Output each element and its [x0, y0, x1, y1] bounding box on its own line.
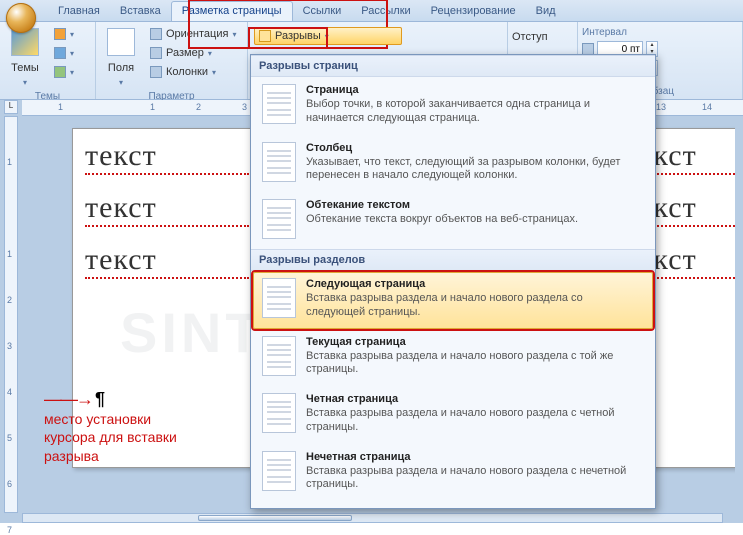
page-break-icon [262, 84, 296, 124]
columns-icon [150, 66, 162, 78]
margins-button[interactable]: Поля▾ [100, 25, 142, 90]
sample-text-line: текст [85, 191, 249, 227]
menu-item-title: Страница [306, 84, 642, 96]
menu-item-desc: Указывает, что текст, следующий за разры… [306, 156, 642, 184]
tab-mailings[interactable]: Рассылки [351, 2, 420, 21]
menu-item-title: Четная страница [306, 393, 642, 405]
columns-label: Колонки [166, 66, 208, 78]
textwrap-break-icon [262, 199, 296, 239]
orientation-button[interactable]: Ориентация▾ [145, 25, 241, 43]
spacing-label: Интервал [582, 27, 658, 38]
menu-item-desc: Выбор точки, в которой заканчивается одн… [306, 98, 642, 126]
annotation-callout: ——→ ¶ место установки курсора для вставк… [44, 388, 204, 466]
group-themes: Темы▾ ▾ ▾ ▾ Темы [0, 22, 96, 99]
tab-view[interactable]: Вид [526, 2, 566, 21]
size-button[interactable]: Размер▾ [145, 44, 241, 62]
menu-item-page-break[interactable]: Страница Выбор точки, в которой заканчива… [253, 78, 653, 135]
menu-item-text-wrap-break[interactable]: Обтекание текстом Обтекание текста вокруг… [253, 193, 653, 248]
breaks-dropdown-menu: Разрывы страниц Страница Выбор точки, в к… [250, 54, 656, 509]
themes-label: Темы [11, 62, 39, 74]
orientation-icon [150, 28, 162, 40]
menu-item-desc: Вставка разрыва раздела и начало нового … [306, 350, 642, 378]
sample-text-line: текст [85, 243, 249, 279]
scrollbar-horizontal[interactable] [22, 513, 723, 523]
menu-item-title: Следующая страница [306, 278, 642, 290]
columns-button[interactable]: Колонки▾ [145, 63, 241, 81]
menu-item-desc: Вставка разрыва раздела и начало нового … [306, 465, 642, 493]
breaks-button[interactable]: Разрывы▾ [254, 27, 402, 45]
menu-item-desc: Вставка разрыва раздела и начало нового … [306, 407, 642, 435]
menu-item-continuous-section[interactable]: Текущая страница Вставка разрыва раздела … [253, 330, 653, 387]
sample-text-line: текст [85, 139, 249, 175]
margins-label: Поля [108, 62, 134, 74]
even-page-section-icon [262, 393, 296, 433]
theme-effects-button[interactable]: ▾ [49, 63, 79, 81]
arrow-icon: ——→ ¶ [44, 388, 204, 411]
size-label: Размер [166, 47, 204, 59]
menu-item-title: Обтекание текстом [306, 199, 578, 211]
menu-item-even-page-section[interactable]: Четная страница Вставка разрыва раздела и… [253, 387, 653, 444]
menu-item-column-break[interactable]: Столбец Указывает, что текст, следующий з… [253, 136, 653, 193]
palette-icon [54, 28, 66, 40]
next-page-section-icon [262, 278, 296, 318]
ruler-corner[interactable]: L [4, 100, 18, 114]
menu-item-desc: Вставка разрыва раздела и начало нового … [306, 292, 642, 320]
annotation-text: место установки курсора для вставки разр… [44, 411, 177, 464]
scrollbar-thumb[interactable] [198, 515, 352, 521]
odd-page-section-icon [262, 451, 296, 491]
themes-button[interactable]: Темы▾ [4, 25, 46, 90]
theme-fonts-button[interactable]: ▾ [49, 44, 79, 62]
pilcrow-mark: ¶ [95, 389, 103, 409]
breaks-label: Разрывы [275, 30, 321, 42]
tab-references[interactable]: Ссылки [293, 2, 352, 21]
ruler-vertical[interactable]: 11234567 [4, 116, 18, 513]
tab-layout[interactable]: Разметка страницы [171, 1, 293, 21]
menu-section-section-breaks: Разрывы разделов [251, 249, 655, 271]
column-break-icon [262, 142, 296, 182]
ribbon-tabs: Главная Вставка Разметка страницы Ссылки… [0, 0, 743, 22]
menu-item-odd-page-section[interactable]: Нечетная страница Вставка разрыва раздела… [253, 445, 653, 502]
menu-item-next-page-section[interactable]: Следующая страница Вставка разрыва раздел… [253, 272, 653, 329]
fonts-icon [54, 47, 66, 59]
menu-item-title: Столбец [306, 142, 642, 154]
theme-colors-button[interactable]: ▾ [49, 25, 79, 43]
breaks-icon [259, 30, 271, 42]
menu-item-title: Нечетная страница [306, 451, 642, 463]
menu-item-title: Текущая страница [306, 336, 642, 348]
margins-icon [107, 28, 135, 56]
orientation-label: Ориентация [166, 28, 228, 40]
tab-review[interactable]: Рецензирование [421, 2, 526, 21]
size-icon [150, 47, 162, 59]
tab-insert[interactable]: Вставка [110, 2, 171, 21]
effects-icon [54, 66, 66, 78]
group-page-setup: Поля▾ Ориентация▾ Размер▾ Колонки▾ Парам… [96, 22, 248, 99]
indent-label: Отступ [512, 31, 548, 43]
menu-item-desc: Обтекание текста вокруг объектов на веб-… [306, 213, 578, 227]
continuous-section-icon [262, 336, 296, 376]
tab-home[interactable]: Главная [48, 2, 110, 21]
menu-section-page-breaks: Разрывы страниц [251, 55, 655, 77]
